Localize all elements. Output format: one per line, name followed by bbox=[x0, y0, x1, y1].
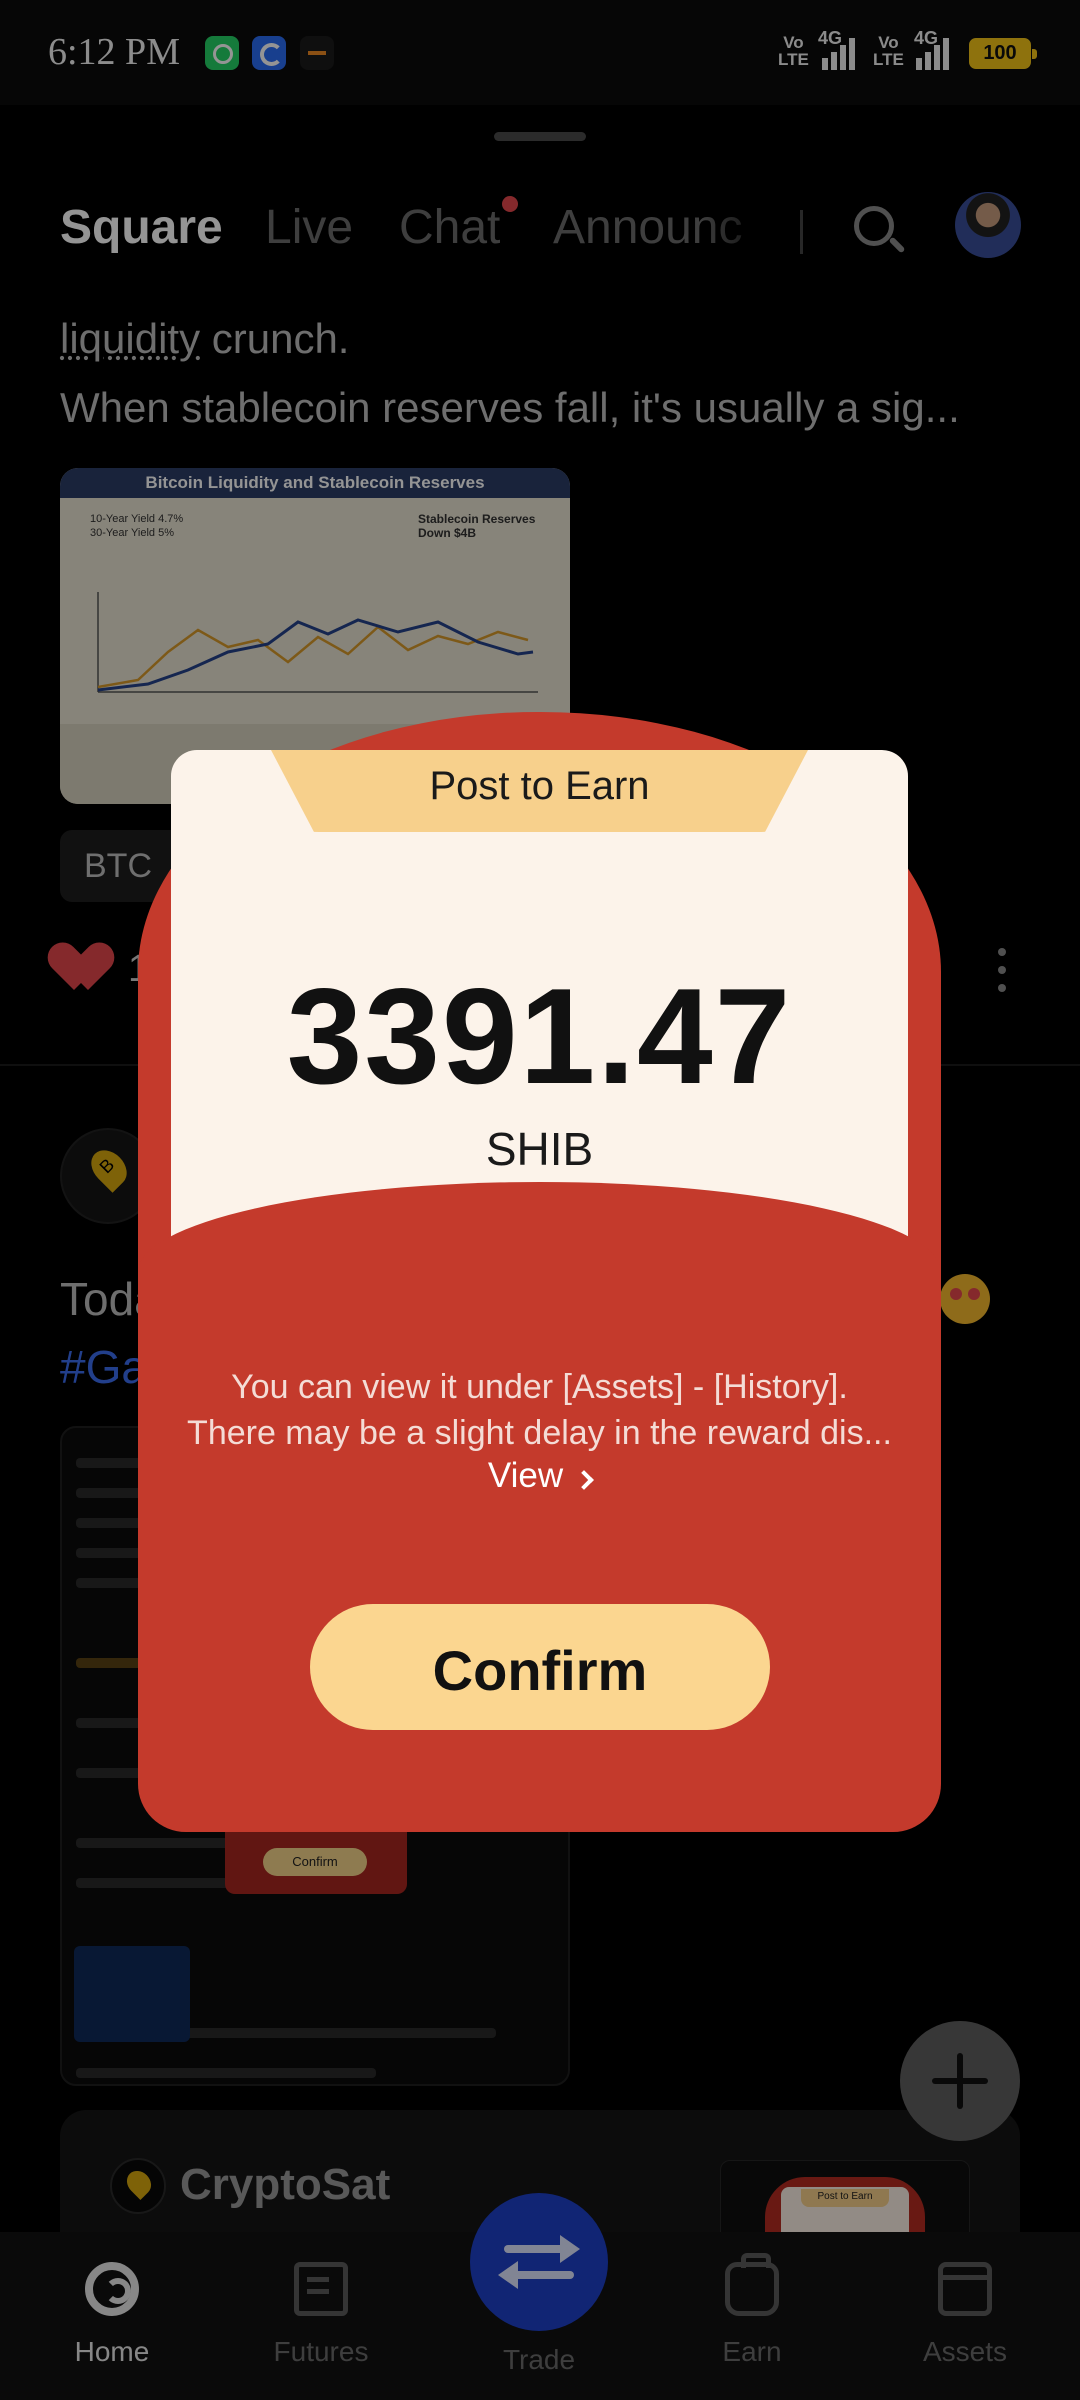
confirm-button[interactable]: Confirm bbox=[310, 1604, 770, 1730]
view-label[interactable]: View bbox=[488, 1456, 563, 1495]
envelope-front bbox=[138, 1182, 941, 1832]
reward-coin: SHIB bbox=[485, 1123, 594, 1175]
modal-title: Post to Earn bbox=[429, 764, 650, 808]
reward-info: You can view it under [Assets] - [Histor… bbox=[178, 1364, 901, 1456]
view-history-link[interactable]: View bbox=[138, 1456, 941, 1496]
info-line-2: There may be a slight delay in the rewar… bbox=[187, 1414, 892, 1452]
chevron-right-icon bbox=[574, 1470, 595, 1490]
reward-amount: 3391.47 bbox=[286, 960, 793, 1112]
reward-modal: Post to Earn 3391.47 SHIB You can view i… bbox=[138, 712, 941, 1832]
info-line-1: You can view it under [Assets] - [Histor… bbox=[231, 1368, 848, 1406]
